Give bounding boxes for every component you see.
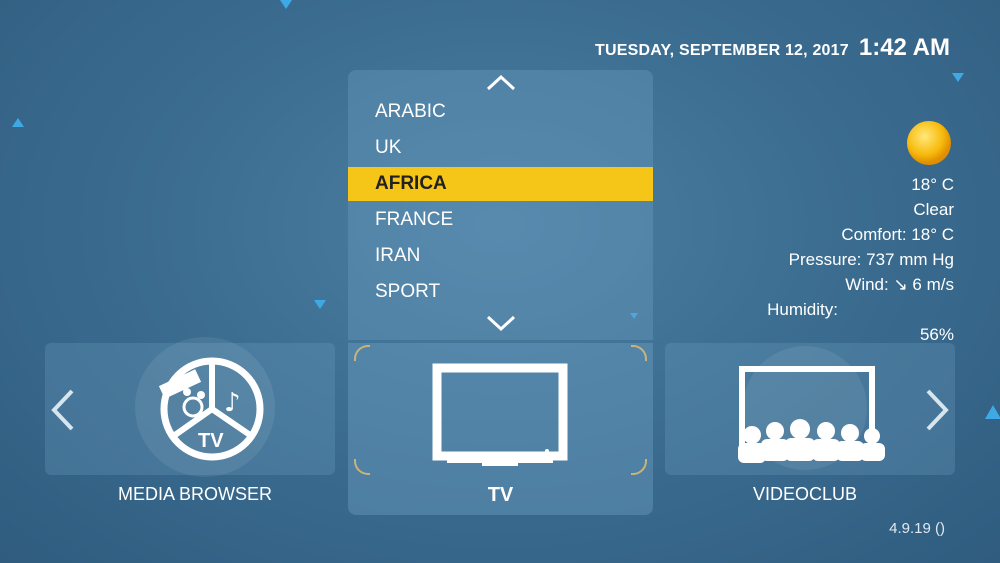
chevron-down-icon: [486, 315, 515, 332]
category-menu: ARABIC UK AFRICA FRANCE IRAN SPORT: [348, 70, 653, 340]
menu-item-sport[interactable]: SPORT: [348, 275, 653, 309]
media-browser-label: MEDIA BROWSER: [117, 484, 273, 504]
scroll-down-button[interactable]: [485, 314, 517, 336]
sparkle-decoration: [985, 405, 1000, 419]
weather-humidity-label: Humidity:: [767, 300, 838, 319]
menu-item-arabic[interactable]: ARABIC: [348, 95, 653, 129]
svg-text:♪: ♪: [224, 388, 241, 418]
tv-monitor-icon: [432, 363, 568, 466]
focus-corner: [354, 459, 370, 475]
menu-item-africa[interactable]: AFRICA: [348, 167, 653, 201]
clock-time: 1:42 AM: [858, 34, 950, 61]
media-browser-tile[interactable]: ♪ TV: [45, 337, 335, 477]
weather-widget: 18° C Clear Comfort: 18° C Pressure: 737…: [767, 118, 954, 347]
version-label: 4.9.19 (): [889, 520, 945, 537]
scroll-up-button[interactable]: [485, 74, 517, 96]
sparkle-decoration: [280, 0, 292, 9]
tv-label: TV: [487, 484, 514, 506]
weather-wind: Wind: ↘ 6 m/s: [845, 275, 954, 294]
svg-text:TV: TV: [198, 430, 224, 452]
sparkle-decoration: [314, 300, 326, 309]
date-label: TUESDAY, SEPTEMBER 12, 2017: [595, 42, 849, 59]
cinema-audience-icon: [738, 346, 885, 470]
videoclub-label: VIDEOCLUB: [752, 484, 858, 504]
weather-comfort: Comfort: 18° C: [841, 225, 954, 244]
weather-temperature: 18° C: [911, 175, 954, 194]
sun-icon: [907, 121, 951, 165]
media-browser-tv-icon: ♪ TV: [135, 337, 275, 477]
menu-item-iran[interactable]: IRAN: [348, 239, 653, 273]
menu-item-france[interactable]: FRANCE: [348, 203, 653, 237]
weather-condition: Clear: [913, 200, 954, 219]
sparkle-decoration: [12, 118, 24, 127]
sparkle-decoration: [952, 73, 964, 82]
menu-item-uk[interactable]: UK: [348, 131, 653, 165]
tv-tile[interactable]: TV: [348, 343, 653, 515]
focus-corner: [631, 459, 647, 475]
videoclub-tile[interactable]: [665, 343, 955, 475]
datetime-display: TUESDAY, SEPTEMBER 12, 2017 1:42 AM: [595, 34, 950, 62]
focus-corner: [631, 345, 647, 361]
focus-corner: [354, 345, 370, 361]
chevron-up-icon: [486, 74, 515, 91]
weather-pressure: Pressure: 737 mm Hg: [788, 250, 954, 269]
